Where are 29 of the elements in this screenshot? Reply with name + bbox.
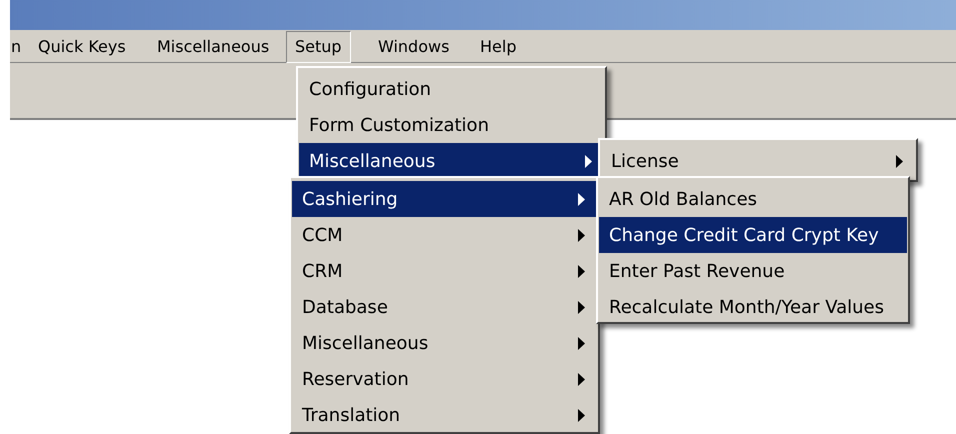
submenu-arrow-icon <box>585 154 592 168</box>
menu-bar-item[interactable]: Help <box>471 31 526 63</box>
menu-item[interactable]: AR Old Balances <box>599 181 907 217</box>
menu-item[interactable]: Form Customization <box>299 107 604 143</box>
menu-bar-item[interactable]: Miscellaneous <box>148 31 278 63</box>
menu-bar-item[interactable]: Windows <box>369 31 458 63</box>
menu-item[interactable]: Configuration <box>299 71 604 107</box>
menu-item[interactable]: Miscellaneous <box>292 325 597 361</box>
menu-item[interactable]: Cashiering <box>292 181 597 217</box>
menu-item[interactable]: Database <box>292 289 597 325</box>
menu-item[interactable]: CCM <box>292 217 597 253</box>
submenu-arrow-icon <box>578 372 585 386</box>
submenu-arrow-icon <box>578 300 585 314</box>
menu-bar-item[interactable]: n <box>10 31 30 63</box>
menu-item[interactable]: Recalculate Month/Year Values <box>599 289 907 322</box>
submenu-arrow-icon <box>896 154 903 168</box>
menu-item[interactable]: Enter Past Revenue <box>599 253 907 289</box>
menu-item[interactable]: Change Credit Card Crypt Key <box>599 217 907 253</box>
submenu-arrow-icon <box>578 264 585 278</box>
submenu-arrow-icon <box>578 192 585 206</box>
submenu-arrow-icon <box>578 408 585 422</box>
menu-item[interactable]: License <box>601 143 915 179</box>
submenu-arrow-icon <box>578 336 585 350</box>
menu-item[interactable]: CRM <box>292 253 597 289</box>
menu-bar-item[interactable]: Setup <box>286 31 351 63</box>
submenu-arrow-icon <box>578 228 585 242</box>
menu-item[interactable]: Translation <box>292 397 597 432</box>
menu-item[interactable]: Reservation <box>292 361 597 397</box>
menu-bar-item[interactable]: Quick Keys <box>29 31 135 63</box>
